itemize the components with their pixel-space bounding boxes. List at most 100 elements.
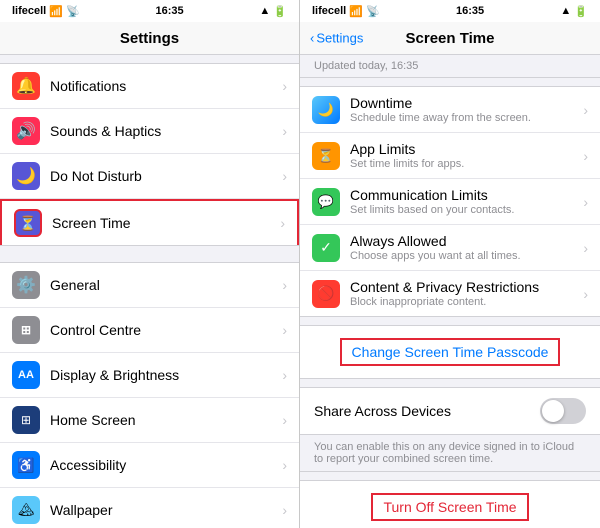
left-signal-icon: 📶 [49,5,63,18]
dnd-label: Do Not Disturb [50,168,282,184]
sounds-text: Sounds & Haptics [50,123,282,139]
downtime-label: Downtime [350,95,583,111]
left-carrier: lifecell [12,5,46,17]
commlimits-chevron: › [583,194,588,210]
downtime-chevron: › [583,102,588,118]
right-time: 16:35 [456,5,484,17]
toggle-knob [542,400,564,422]
accessibility-chevron: › [282,457,287,473]
alwaysallowed-subtitle: Choose apps you want at all times. [350,250,583,262]
downtime-text: Downtime Schedule time away from the scr… [350,95,583,124]
screentime-label: Screen Time [52,215,280,231]
right-signal-icon: 📶 [349,5,363,18]
change-passcode-section: Change Screen Time Passcode [300,325,600,379]
display-chevron: › [282,367,287,383]
list-item-notifications[interactable]: 🔔 Notifications › [0,64,299,109]
left-location-icon: ▲ [259,5,270,17]
list-item-general[interactable]: ⚙️ General › [0,263,299,308]
sounds-label: Sounds & Haptics [50,123,282,139]
applimits-label: App Limits [350,141,583,157]
right-nav-title: Screen Time [406,30,495,47]
right-wifi-icon: 📡 [366,5,380,18]
list-item-controlcentre[interactable]: ⊞ Control Centre › [0,308,299,353]
alwaysallowed-label: Always Allowed [350,233,583,249]
content-icon: 🚫 [312,280,340,308]
list-item-wallpaper[interactable]: 🏔 Wallpaper › [0,488,299,528]
wallpaper-chevron: › [282,502,287,518]
content-chevron: › [583,286,588,302]
wallpaper-text: Wallpaper [50,502,282,518]
right-battery-icon: 🔋 [574,5,588,18]
screentime-text: Screen Time [52,215,280,231]
commlimits-icon: 💬 [312,188,340,216]
alwaysallowed-chevron: › [583,240,588,256]
turn-off-button[interactable]: Turn Off Screen Time [371,493,528,521]
notifications-chevron: › [282,78,287,94]
list-item-display[interactable]: AA Display & Brightness › [0,353,299,398]
share-label: Share Across Devices [314,403,540,419]
applimits-subtitle: Set time limits for apps. [350,158,583,170]
right-status-bar: lifecell 📶 📡 16:35 ▲ 🔋 [300,0,600,22]
left-battery-icon: 🔋 [273,5,287,18]
list-item-commlimits[interactable]: 💬 Communication Limits Set limits based … [300,179,600,225]
list-item-dnd[interactable]: 🌙 Do Not Disturb › [0,154,299,199]
controlcentre-label: Control Centre [50,322,282,338]
left-group-1: 🔔 Notifications › 🔊 Sounds & Haptics › 🌙… [0,63,299,246]
general-icon: ⚙️ [12,271,40,299]
alwaysallowed-icon: ✓ [312,234,340,262]
dnd-icon: 🌙 [12,162,40,190]
change-passcode-button[interactable]: Change Screen Time Passcode [340,338,561,366]
share-description: You can enable this on any device signed… [300,435,600,472]
notifications-icon: 🔔 [12,72,40,100]
list-item-accessibility[interactable]: ♿ Accessibility › [0,443,299,488]
right-status-left: lifecell 📶 📡 [312,5,380,18]
right-carrier: lifecell [312,5,346,17]
list-item-content[interactable]: 🚫 Content & Privacy Restrictions Block i… [300,271,600,316]
homescreen-text: Home Screen [50,412,282,428]
homescreen-label: Home Screen [50,412,282,428]
list-item-downtime[interactable]: 🌙 Downtime Schedule time away from the s… [300,87,600,133]
dnd-chevron: › [282,168,287,184]
accessibility-text: Accessibility [50,457,282,473]
general-text: General [50,277,282,293]
left-group-2: ⚙️ General › ⊞ Control Centre › AA Displ… [0,262,299,528]
dnd-text: Do Not Disturb [50,168,282,184]
downtime-subtitle: Schedule time away from the screen. [350,112,583,124]
list-item-screentime[interactable]: ⏳ Screen Time › [0,199,299,245]
list-item-alwaysallowed[interactable]: ✓ Always Allowed Choose apps you want at… [300,225,600,271]
general-label: General [50,277,282,293]
left-settings-list: 🔔 Notifications › 🔊 Sounds & Haptics › 🌙… [0,55,299,528]
left-nav-title: Settings [120,30,179,47]
controlcentre-icon: ⊞ [12,316,40,344]
right-settings-list: 🌙 Downtime Schedule time away from the s… [300,78,600,528]
left-divider [0,246,299,254]
notifications-label: Notifications [50,78,282,94]
downtime-icon: 🌙 [312,96,340,124]
wallpaper-icon: 🏔 [12,496,40,524]
applimits-chevron: › [583,148,588,164]
general-chevron: › [282,277,287,293]
right-panel: lifecell 📶 📡 16:35 ▲ 🔋 ‹ Settings Screen… [300,0,600,528]
controlcentre-text: Control Centre [50,322,282,338]
sounds-icon: 🔊 [12,117,40,145]
share-row: Share Across Devices [300,387,600,435]
applimits-text: App Limits Set time limits for apps. [350,141,583,170]
content-text: Content & Privacy Restrictions Block ina… [350,279,583,308]
list-item-applimits[interactable]: ⏳ App Limits Set time limits for apps. › [300,133,600,179]
updated-bar: Updated today, 16:35 [300,55,600,78]
accessibility-icon: ♿ [12,451,40,479]
commlimits-label: Communication Limits [350,187,583,203]
right-divider-2 [300,379,600,387]
wallpaper-label: Wallpaper [50,502,282,518]
list-item-homescreen[interactable]: ⊞ Home Screen › [0,398,299,443]
screentime-icon: ⏳ [14,209,42,237]
right-group-1: 🌙 Downtime Schedule time away from the s… [300,86,600,317]
controlcentre-chevron: › [282,322,287,338]
commlimits-text: Communication Limits Set limits based on… [350,187,583,216]
list-item-sounds[interactable]: 🔊 Sounds & Haptics › [0,109,299,154]
share-toggle[interactable] [540,398,586,424]
turn-off-section: Turn Off Screen Time [300,480,600,528]
back-button[interactable]: ‹ Settings [310,31,363,46]
accessibility-label: Accessibility [50,457,282,473]
right-divider-1 [300,317,600,325]
